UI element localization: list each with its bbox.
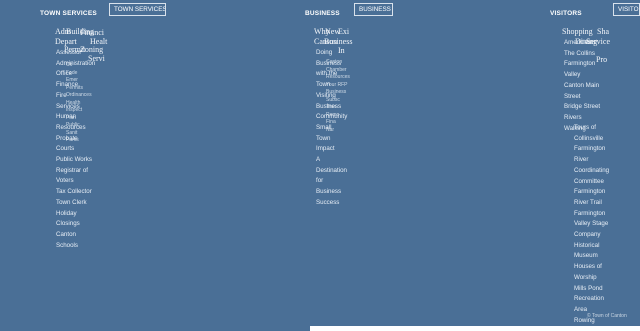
menu-item[interactable]: Historical xyxy=(574,241,609,252)
menu-item[interactable]: Canton Main xyxy=(564,81,600,92)
business-dropdown[interactable]: BUSINESS ▾ xyxy=(354,3,393,16)
menu-item[interactable]: Parks xyxy=(66,137,92,145)
menu-item[interactable]: Amenities xyxy=(564,38,600,49)
menu-item[interactable]: Business xyxy=(316,187,347,198)
menu-item[interactable]: Permits xyxy=(66,85,92,93)
menu-item[interactable]: Schools xyxy=(56,241,95,252)
menu-item[interactable]: Voters xyxy=(56,176,95,187)
menu-item[interactable]: Public Works xyxy=(56,155,95,166)
menu-item[interactable]: Assessor xyxy=(56,48,95,59)
business-overlap-title-4: Business xyxy=(324,37,353,46)
visitors-list: Tours of Collinsville Farmington River C… xyxy=(574,123,609,326)
menu-item[interactable]: Doing xyxy=(316,48,347,59)
menu-item[interactable]: Canton xyxy=(56,230,95,241)
footer-bar xyxy=(310,326,640,331)
visitors-header[interactable]: VISITORS xyxy=(550,10,582,17)
menu-item[interactable]: Company xyxy=(574,230,609,241)
menu-item[interactable]: Farmington xyxy=(574,209,609,220)
menu-item[interactable]: Fede xyxy=(66,70,92,78)
visitors-dropdown[interactable]: VISITO xyxy=(613,3,640,16)
menu-item[interactable]: Farmington xyxy=(564,59,600,70)
menu-item[interactable]: Resources xyxy=(326,74,350,82)
menu-item[interactable]: Collinsville xyxy=(574,134,609,145)
menu-item[interactable]: Public xyxy=(66,122,92,130)
menu-item[interactable]: Success xyxy=(316,198,347,209)
menu-item[interactable]: Museum xyxy=(574,251,609,262)
menu-item[interactable]: Valley xyxy=(564,70,600,81)
menu-item[interactable]: Impact xyxy=(316,144,347,155)
menu-item[interactable]: Health xyxy=(66,100,92,108)
menu-item[interactable]: Registrar of xyxy=(56,166,95,177)
visitors-overlap-title-1: Shopping xyxy=(562,27,593,36)
menu-item[interactable]: Tran xyxy=(326,104,350,112)
menu-item[interactable]: Coordinating xyxy=(574,166,609,177)
menu-item[interactable]: Closings xyxy=(56,219,95,230)
menu-item[interactable]: Mills Pond xyxy=(574,284,609,295)
menu-item[interactable]: Remo xyxy=(326,112,350,120)
menu-item[interactable]: Emer xyxy=(66,77,92,85)
menu-item[interactable]: Business xyxy=(326,89,350,97)
visitors-left-list: Amenities The Collins Farmington Valley … xyxy=(564,38,600,134)
business-header[interactable]: BUSINESS xyxy=(305,10,340,17)
menu-item[interactable]: Fina xyxy=(326,119,350,127)
town-services-dropdown[interactable]: TOWN SERVICES ▾ xyxy=(109,3,166,16)
menu-item[interactable]: Canton xyxy=(326,59,350,67)
menu-item[interactable]: Your RFP xyxy=(326,82,350,90)
menu-item[interactable]: Cit xyxy=(66,62,92,70)
menu-item[interactable]: Nar xyxy=(326,127,350,135)
menu-item[interactable]: River Trail xyxy=(574,198,609,209)
menu-item[interactable]: Inspect xyxy=(66,107,92,115)
menu-item[interactable]: Houses of xyxy=(574,262,609,273)
menu-item[interactable]: Bridge Street xyxy=(564,102,600,113)
menu-item[interactable]: Town xyxy=(316,134,347,145)
visitors-overlap-title-2: Sha xyxy=(597,27,609,36)
menu-item[interactable]: Town Clerk xyxy=(56,198,95,209)
menu-item[interactable]: A xyxy=(316,155,347,166)
menu-item[interactable]: Tax Collector xyxy=(56,187,95,198)
menu-item[interactable]: Valley Stage xyxy=(574,219,609,230)
menu-item[interactable]: for xyxy=(316,176,347,187)
menu-item[interactable]: Holiday xyxy=(56,209,95,220)
menu-item[interactable]: The Collins xyxy=(564,49,600,60)
menu-item[interactable]: Courts xyxy=(56,144,95,155)
menu-item[interactable]: Destination xyxy=(316,166,347,177)
menu-item[interactable]: Plan xyxy=(66,115,92,123)
menu-item[interactable]: Farmington xyxy=(574,144,609,155)
menu-item[interactable]: Tours of xyxy=(574,123,609,134)
footer-copyright: © Town of Canton xyxy=(587,313,627,319)
menu-item[interactable]: Subsc xyxy=(326,97,350,105)
menu-item[interactable]: Sanit xyxy=(66,130,92,138)
menu-item[interactable]: Street xyxy=(564,92,600,103)
business-tiny-list: Canton Chamber Resources Your RFP Busine… xyxy=(326,59,350,134)
menu-item[interactable]: Recreation xyxy=(574,294,609,305)
town-tiny-list: Cit Fede Emer Permits Ordinances Health … xyxy=(66,62,92,145)
menu-item[interactable]: Ordinances xyxy=(66,92,92,100)
menu-item[interactable]: Worship xyxy=(574,273,609,284)
menu-item[interactable]: Farmington xyxy=(574,187,609,198)
business-overlap-title-5: Exi xyxy=(338,27,350,36)
menu-item[interactable]: River xyxy=(574,155,609,166)
town-overlap-title-3: Financi xyxy=(80,28,104,37)
menu-item[interactable]: Chamber xyxy=(326,67,350,75)
town-services-header[interactable]: TOWN SERVICES xyxy=(40,10,97,17)
menu-item[interactable]: Committee xyxy=(574,177,609,188)
